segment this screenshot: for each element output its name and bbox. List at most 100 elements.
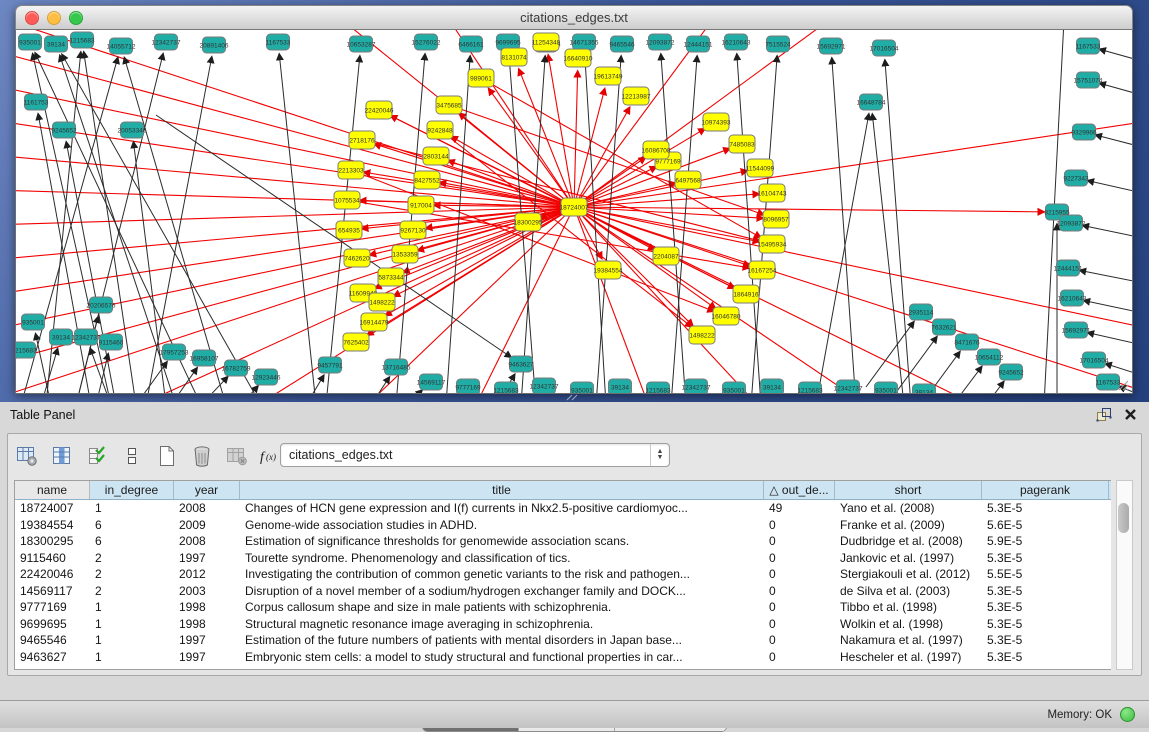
network-node-yellow[interactable]: 1075534 bbox=[334, 191, 360, 209]
table-cell[interactable]: 1 bbox=[90, 616, 174, 633]
table-cell[interactable]: Embryonic stem cells: a model to study s… bbox=[240, 649, 764, 666]
table-cell[interactable]: 0 bbox=[764, 566, 835, 583]
table-cell[interactable]: 9777169 bbox=[15, 599, 90, 616]
network-node-yellow[interactable]: 917004 bbox=[408, 196, 434, 214]
new-table-icon[interactable] bbox=[154, 442, 180, 470]
network-node-teal[interactable]: 9227343 bbox=[1063, 170, 1089, 186]
table-cell[interactable]: 5.5E-5 bbox=[982, 566, 1109, 583]
table-cell[interactable]: 9115460 bbox=[15, 550, 90, 567]
network-node-teal[interactable]: 14671355 bbox=[570, 34, 599, 50]
table-cell[interactable]: 22420046 bbox=[15, 566, 90, 583]
network-node-yellow[interactable]: 2213303 bbox=[338, 161, 364, 179]
network-node-yellow[interactable]: 2803144 bbox=[423, 147, 449, 165]
citation-edge-red[interactable] bbox=[374, 144, 574, 207]
network-node-yellow[interactable]: 19384554 bbox=[594, 261, 623, 279]
network-node-teal[interactable]: 17016504 bbox=[1080, 352, 1109, 368]
panel-splitter-handle[interactable] bbox=[566, 394, 580, 401]
citation-edge-red[interactable] bbox=[574, 107, 630, 207]
citation-edge-black[interactable] bbox=[66, 142, 116, 393]
network-graph[interactable]: 9350013913412156831405571212342737208914… bbox=[16, 30, 1132, 393]
table-cell[interactable]: 6 bbox=[90, 517, 174, 534]
network-node-teal[interactable]: 15692971 bbox=[1062, 322, 1091, 338]
network-node-yellow[interactable]: 16046780 bbox=[712, 307, 741, 325]
citation-edge-red[interactable] bbox=[448, 161, 574, 207]
network-node-yellow[interactable]: 1353359 bbox=[392, 245, 418, 263]
table-cell[interactable]: 1 bbox=[90, 649, 174, 666]
network-node-teal[interactable]: 9457791 bbox=[317, 357, 343, 373]
network-node-teal[interactable]: 39134 bbox=[913, 384, 936, 393]
network-node-teal[interactable]: 1215683 bbox=[69, 32, 95, 48]
network-node-yellow[interactable]: 10974393 bbox=[702, 113, 731, 131]
network-node-yellow[interactable]: 6497568 bbox=[675, 171, 701, 189]
network-node-yellow[interactable]: 18724007 bbox=[560, 198, 589, 216]
network-node-yellow[interactable]: 12213987 bbox=[622, 87, 651, 105]
network-node-teal[interactable]: 1215683 bbox=[493, 382, 519, 393]
citation-edge-black[interactable] bbox=[1080, 270, 1132, 282]
network-node-teal[interactable]: 12093872 bbox=[646, 34, 675, 50]
network-node-teal[interactable]: 15751074 bbox=[1074, 72, 1103, 88]
table-cell[interactable]: 5.3E-5 bbox=[982, 632, 1109, 649]
network-node-teal[interactable]: 935001 bbox=[19, 34, 42, 50]
network-node-teal[interactable]: 935001 bbox=[22, 314, 45, 330]
citation-edge-black[interactable] bbox=[124, 58, 226, 393]
network-node-teal[interactable]: 2935114 bbox=[909, 304, 934, 320]
table-cell[interactable]: Tourette syndrome. Phenomenology and cla… bbox=[240, 550, 764, 567]
citation-edge-black[interactable] bbox=[1105, 364, 1132, 374]
network-node-teal[interactable]: 15692971 bbox=[817, 38, 846, 54]
table-cell[interactable]: 1997 bbox=[174, 649, 240, 666]
table-cell[interactable]: 1 bbox=[90, 599, 174, 616]
table-cell[interactable]: Changes of HCN gene expression and I(f) … bbox=[240, 500, 764, 517]
table-cell[interactable]: Estimation of the future numbers of pati… bbox=[240, 632, 764, 649]
table-cell[interactable]: 2008 bbox=[174, 533, 240, 550]
table-cell[interactable]: 1997 bbox=[174, 632, 240, 649]
table-cell[interactable]: 2012 bbox=[174, 566, 240, 583]
close-panel-icon[interactable] bbox=[1124, 408, 1137, 421]
table-row[interactable]: 1456911722003Disruption of a novel membe… bbox=[15, 583, 1111, 600]
network-node-yellow[interactable]: 2204087 bbox=[653, 247, 679, 265]
table-row[interactable]: 969969511998Structural magnetic resonanc… bbox=[15, 616, 1111, 633]
network-node-yellow[interactable]: 19613749 bbox=[594, 67, 623, 85]
table-mode-icon[interactable] bbox=[14, 442, 40, 470]
network-node-teal[interactable]: 9463627 bbox=[508, 356, 534, 372]
table-cell[interactable]: 5.3E-5 bbox=[982, 500, 1109, 517]
citation-edge-black[interactable] bbox=[934, 367, 982, 393]
network-node-yellow[interactable]: 989061 bbox=[468, 69, 494, 87]
minimize-window-icon[interactable] bbox=[47, 11, 61, 25]
citation-edge-black[interactable] bbox=[1096, 135, 1132, 146]
network-node-yellow[interactable]: 11254348 bbox=[532, 33, 561, 51]
network-node-yellow[interactable]: 7625402 bbox=[343, 333, 369, 351]
table-cell[interactable]: Wolkin et al. (1998) bbox=[835, 616, 982, 633]
network-node-teal[interactable]: 39134 bbox=[761, 379, 784, 393]
table-cell[interactable]: 5.3E-5 bbox=[982, 616, 1109, 633]
network-node-yellow[interactable]: 654935 bbox=[336, 221, 362, 239]
network-node-teal[interactable]: 12923446 bbox=[252, 369, 281, 385]
citation-edge-black[interactable] bbox=[406, 390, 422, 393]
network-node-teal[interactable]: 39134 bbox=[609, 379, 632, 393]
table-cell[interactable]: 1997 bbox=[174, 550, 240, 567]
table-cell[interactable]: Genome-wide association studies in ADHD. bbox=[240, 517, 764, 534]
column-header-year[interactable]: year bbox=[174, 481, 240, 499]
network-node-teal[interactable]: 12444151 bbox=[1054, 260, 1083, 276]
table-row[interactable]: 1830029562008Estimation of significance … bbox=[15, 533, 1111, 550]
table-cell[interactable]: 18300295 bbox=[15, 533, 90, 550]
table-cell[interactable]: 0 bbox=[764, 550, 835, 567]
table-cell[interactable]: Corpus callosum shape and size in male p… bbox=[240, 599, 764, 616]
window-titlebar[interactable]: citations_edges.txt bbox=[15, 5, 1133, 30]
table-cell[interactable]: Jankovic et al. (1997) bbox=[835, 550, 982, 567]
table-cell[interactable]: 2008 bbox=[174, 500, 240, 517]
citation-edge-black[interactable] bbox=[1088, 333, 1132, 344]
network-node-teal[interactable]: 12444151 bbox=[684, 36, 713, 52]
citation-edge-red[interactable] bbox=[16, 207, 574, 260]
column-header-in-degree[interactable]: in_degree bbox=[90, 481, 174, 499]
table-cell[interactable]: 1998 bbox=[174, 599, 240, 616]
table-cell[interactable]: 5.9E-5 bbox=[982, 533, 1109, 550]
citation-edge-black[interactable] bbox=[241, 386, 258, 393]
citation-edge-red[interactable] bbox=[574, 207, 693, 326]
table-cell[interactable]: Investigating the contribution of common… bbox=[240, 566, 764, 583]
citation-edge-red[interactable] bbox=[403, 207, 574, 272]
network-node-teal[interactable]: 1167533 bbox=[266, 34, 291, 50]
network-node-yellow[interactable]: 15495934 bbox=[758, 235, 787, 253]
network-node-yellow[interactable]: 1498222 bbox=[369, 293, 395, 311]
network-node-teal[interactable]: 12342737 bbox=[152, 34, 181, 50]
network-node-yellow[interactable]: 9267130 bbox=[400, 221, 426, 239]
